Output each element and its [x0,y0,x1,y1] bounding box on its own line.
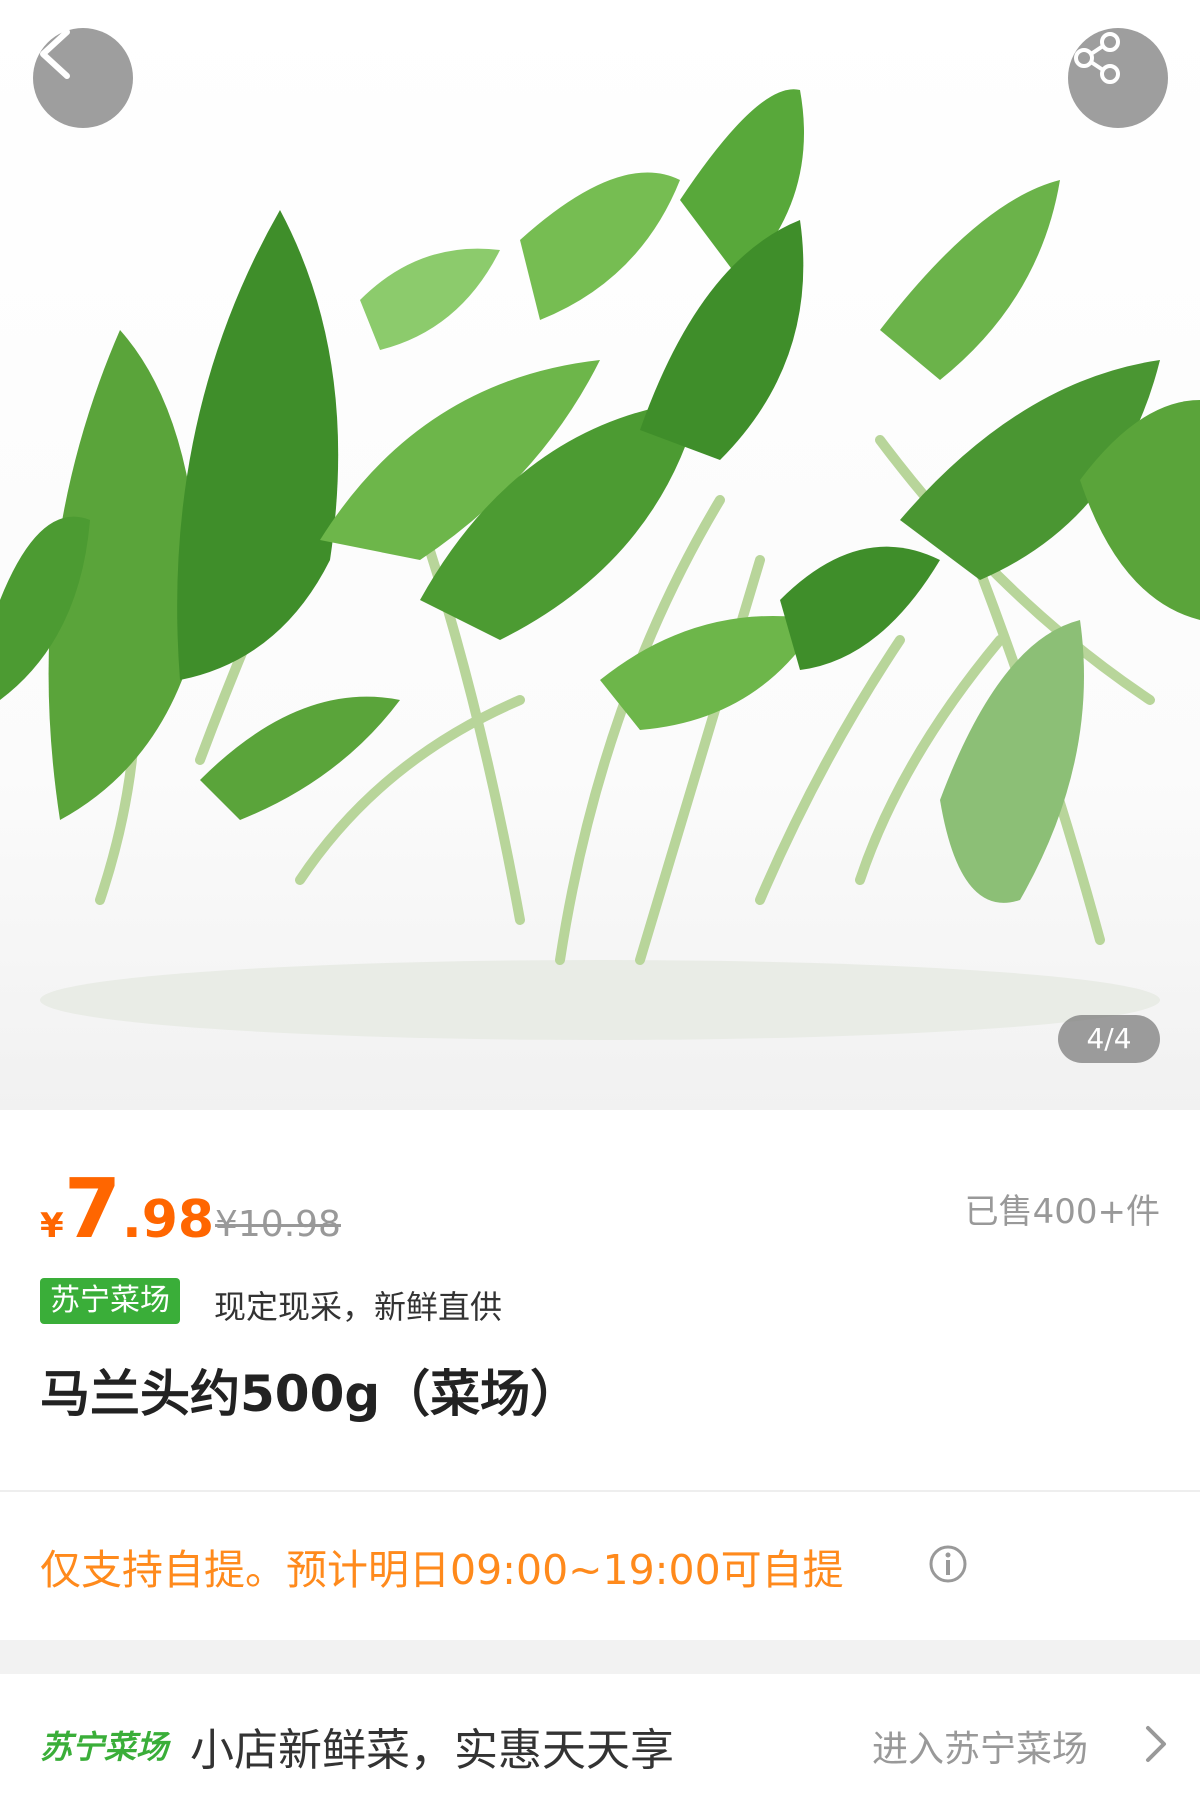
store-badge: 苏宁菜场 [40,1278,180,1324]
sold-count: 已售400+件 [964,1192,1160,1232]
section-gap [0,1640,1200,1674]
product-title: 马兰头约500g（菜场） [40,1365,581,1423]
currency-symbol: ¥ [40,1206,64,1246]
pickup-text: 仅支持自提。预计明日09:00~19:00可自提 [40,1546,844,1594]
info-icon[interactable] [928,1544,968,1584]
tag-text: 现定现采，新鲜直供 [214,1288,503,1326]
chevron-left-icon [40,29,70,79]
pickup-section: 仅支持自提。预计明日09:00~19:00可自提 [0,1492,1200,1640]
chevron-right-icon[interactable] [1140,1724,1170,1764]
original-price: ¥10.98 [215,1204,341,1245]
price-decimal: .98 [122,1190,215,1250]
product-image[interactable]: 4/4 [0,0,1200,1110]
product-info: ¥ 7 .98 ¥10.98 已售400+件 苏宁菜场 现定现采，新鲜直供 马兰… [0,1110,1200,1490]
leafy-greens-illustration [0,89,1200,1040]
share-button[interactable] [1068,28,1168,128]
enter-store-link[interactable]: 进入苏宁菜场 [872,1720,1088,1772]
share-icon [1074,32,1120,84]
store-logo: 苏宁菜场 [40,1728,169,1766]
store-row[interactable]: 苏宁菜场 小店新鲜菜，实惠天天享 进入苏宁菜场 [0,1674,1200,1800]
image-pager: 4/4 [1058,1015,1160,1063]
store-slogan: 小店新鲜菜，实惠天天享 [190,1725,674,1776]
back-button[interactable] [33,28,133,128]
price-integer: 7 [64,1162,122,1257]
